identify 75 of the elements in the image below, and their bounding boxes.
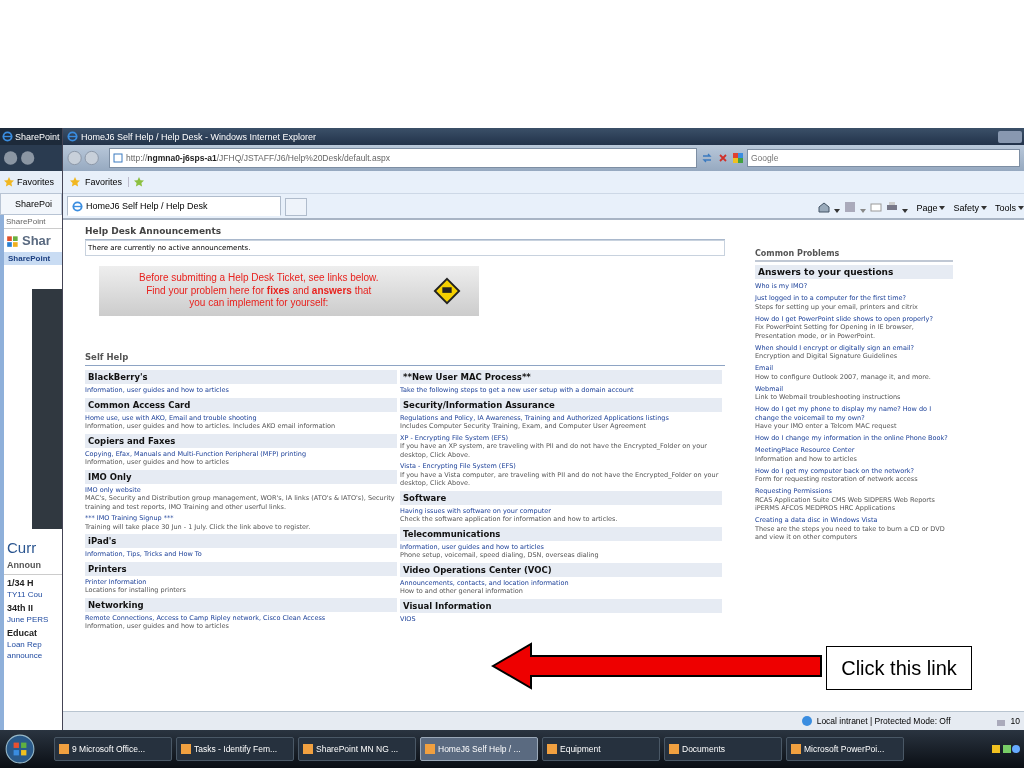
category-header: Networking: [85, 597, 397, 612]
nav-tab[interactable]: SharePoint: [4, 252, 62, 265]
section-heading: Help Desk Announcements: [85, 226, 725, 240]
category-header: Security/Information Assurance: [400, 397, 722, 412]
item-link[interactable]: Loan Rep: [4, 639, 62, 650]
stop-icon[interactable]: [717, 152, 729, 164]
command-menu[interactable]: Page: [916, 203, 946, 213]
caret-icon: [1018, 206, 1024, 210]
add-favorite-icon[interactable]: [133, 176, 145, 188]
section-heading: Self Help: [85, 352, 725, 366]
zoom-level[interactable]: 10: [1010, 716, 1020, 726]
new-tab-button[interactable]: [285, 198, 307, 216]
category-header: Copiers and Faxes: [85, 433, 397, 448]
category-header: Visual Information: [400, 598, 722, 613]
site-label: SharePoint: [4, 215, 62, 229]
list-heading: Announ: [4, 556, 62, 575]
banner-text: Before submitting a Help Desk Ticket, see links below. Find your problem here for fixes and answers that you can implement for yourself:: [139, 272, 379, 310]
taskbar-button[interactable]: Documents: [664, 737, 782, 761]
favorites-button[interactable]: Favorites: [85, 177, 129, 187]
category-header: IMO Only: [85, 469, 397, 484]
taskbar-button[interactable]: 9 Microsoft Office...: [54, 737, 172, 761]
browser-tab[interactable]: HomeJ6 Self Help / Help Desk: [67, 196, 281, 216]
category-header: Answers to your questions: [755, 265, 953, 279]
caret-icon: [981, 206, 987, 210]
category-header: Telecommunications: [400, 526, 722, 541]
section-heading: Curr: [6, 539, 38, 556]
window-title: HomeJ6 Self Help / Help Desk - Windows Internet Explorer: [81, 131, 317, 142]
section-heading: Common Problems: [755, 249, 953, 262]
page-icon: [113, 153, 123, 163]
site-title: Shar: [22, 233, 51, 248]
search-provider-icon: [733, 153, 743, 163]
item-title: 34th II: [6, 602, 34, 614]
logo-icon: [6, 233, 20, 248]
command-menu[interactable]: Tools: [995, 203, 1024, 213]
category-header: Printers: [85, 561, 397, 576]
mail-icon[interactable]: [870, 201, 883, 213]
taskbar-button[interactable]: Tasks - Identify Fem...: [176, 737, 294, 761]
print-icon[interactable]: [886, 201, 899, 213]
category-header: BlackBerry's: [85, 370, 397, 384]
refresh-icon[interactable]: [701, 152, 713, 164]
taskbar-button[interactable]: Microsoft PowerPoi...: [786, 737, 904, 761]
category-header: Software: [400, 490, 722, 505]
browser-icon: [67, 131, 78, 142]
tray-icons[interactable]: [990, 743, 1020, 755]
callout-text: Click this link: [826, 646, 972, 690]
category-header: **New User MAC Process**: [400, 370, 722, 384]
item-title: Educat: [6, 627, 38, 639]
item-link[interactable]: announce: [4, 650, 62, 661]
warning-sign-icon: [433, 277, 461, 305]
category-header: Video Operations Center (VOC): [400, 562, 722, 577]
home-icon[interactable]: [818, 201, 831, 213]
globe-icon: [800, 715, 813, 727]
browser-icon: [72, 200, 83, 212]
item-link[interactable]: TY11 Cou: [4, 589, 62, 600]
item-title: 1/34 H: [6, 577, 35, 589]
caret-icon[interactable]: [834, 209, 841, 213]
taskbar-button[interactable]: SharePoint MN NG ...: [298, 737, 416, 761]
taskbar-button[interactable]: Equipment: [542, 737, 660, 761]
window-title: SharePoint: [15, 131, 60, 142]
taskbar-button[interactable]: HomeJ6 Self Help / ...: [420, 737, 538, 761]
minimize-button[interactable]: [998, 130, 1022, 143]
category-header: iPad's: [85, 534, 397, 548]
command-menu[interactable]: Safety: [953, 203, 987, 213]
caret-icon: [939, 206, 946, 210]
item-link[interactable]: June PERS: [4, 614, 62, 625]
caret-icon[interactable]: [902, 209, 909, 213]
star-icon[interactable]: [69, 176, 81, 188]
browser-tab[interactable]: SharePoi: [0, 193, 62, 215]
category-header: Common Access Card: [85, 397, 397, 412]
search-field[interactable]: Google: [747, 149, 1020, 167]
browser-icon: [2, 131, 13, 142]
status-text: Local intranet | Protected Mode: Off: [816, 716, 951, 726]
star-icon[interactable]: [3, 176, 15, 188]
address-field[interactable]: http://ngmna0-j6sps-a1/JFHQ/JSTAFF/J6/Help%20Desk/default.aspx: [109, 148, 697, 168]
start-button[interactable]: [4, 733, 36, 765]
